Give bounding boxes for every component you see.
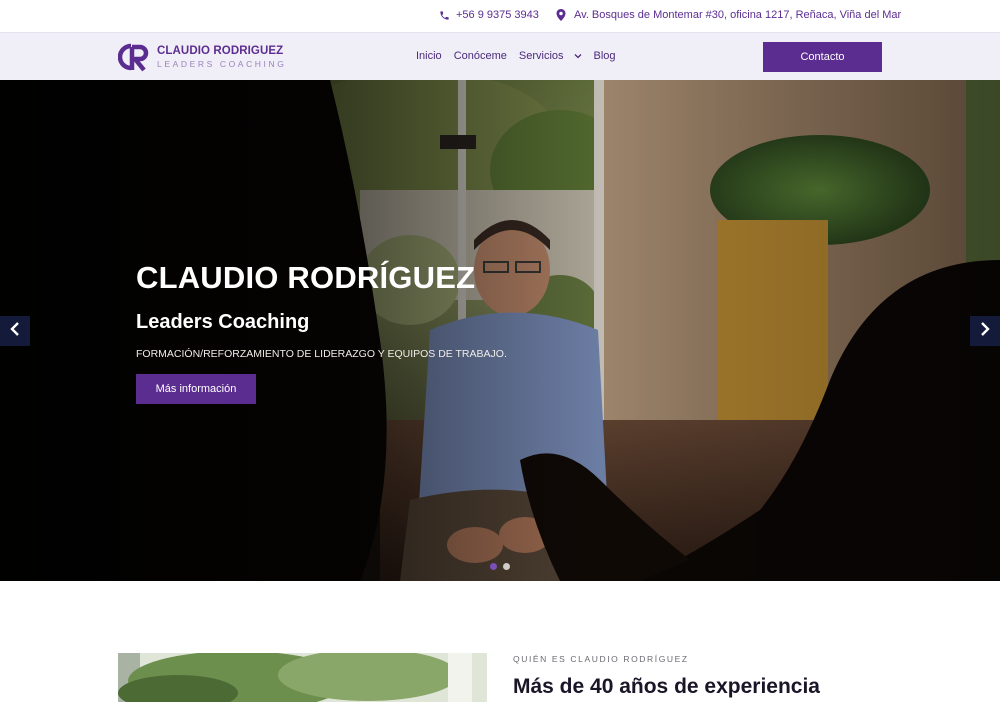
slider-next-button[interactable] bbox=[970, 316, 1000, 346]
chevron-down-icon bbox=[574, 50, 582, 62]
site-header: CLAUDIO RODRIGUEZ LEADERS COACHING Inici… bbox=[0, 32, 1000, 80]
logo-wordmark: CLAUDIO RODRIGUEZ LEADERS COACHING bbox=[157, 45, 287, 69]
top-info-bar: +56 9 9375 3943 Av. Bosques de Montemar … bbox=[0, 0, 1000, 32]
phone-contact[interactable]: +56 9 9375 3943 bbox=[439, 9, 539, 21]
slider-prev-button[interactable] bbox=[0, 316, 30, 346]
logo-name: CLAUDIO RODRIGUEZ bbox=[157, 45, 284, 57]
address-contact: Av. Bosques de Montemar #30, oficina 121… bbox=[556, 9, 901, 21]
address-text: Av. Bosques de Montemar #30, oficina 121… bbox=[574, 9, 902, 21]
chevron-right-icon bbox=[979, 321, 991, 342]
contact-button[interactable]: Contacto bbox=[763, 42, 882, 72]
about-heading: Más de 40 años de experiencia bbox=[513, 675, 820, 698]
hero-subtitle: Leaders Coaching bbox=[136, 311, 310, 333]
about-eyebrow: QUIÉN ES CLAUDIO RODRÍGUEZ bbox=[513, 654, 689, 664]
phone-number: +56 9 9375 3943 bbox=[456, 9, 539, 21]
nav-item-inicio[interactable]: Inicio bbox=[416, 50, 442, 62]
site-logo[interactable]: CLAUDIO RODRIGUEZ LEADERS COACHING bbox=[117, 42, 287, 72]
map-pin-icon bbox=[556, 9, 566, 21]
slider-pagination bbox=[490, 563, 510, 570]
hero-slider: CLAUDIO RODRÍGUEZ Leaders Coaching FORMA… bbox=[0, 80, 1000, 581]
hero-title: CLAUDIO RODRÍGUEZ bbox=[136, 260, 476, 295]
phone-icon bbox=[439, 10, 450, 21]
chevron-left-icon bbox=[9, 321, 21, 342]
more-info-button[interactable]: Más información bbox=[136, 374, 256, 404]
nav-item-conoceme[interactable]: Conóceme bbox=[454, 50, 507, 62]
nav-item-blog[interactable]: Blog bbox=[594, 50, 616, 62]
logo-monogram bbox=[117, 42, 150, 72]
logo-subtitle: LEADERS COACHING bbox=[157, 58, 287, 69]
main-nav: Inicio Conóceme Servicios Blog bbox=[416, 50, 616, 62]
hero-tagline: FORMACIÓN/REFORZAMIENTO DE LIDERAZGO Y E… bbox=[136, 348, 507, 360]
about-photo bbox=[118, 653, 487, 702]
slider-dot-1[interactable] bbox=[490, 563, 497, 570]
nav-item-servicios[interactable]: Servicios bbox=[519, 50, 582, 62]
slider-dot-2[interactable] bbox=[503, 563, 510, 570]
nav-item-servicios-label: Servicios bbox=[518, 50, 564, 62]
